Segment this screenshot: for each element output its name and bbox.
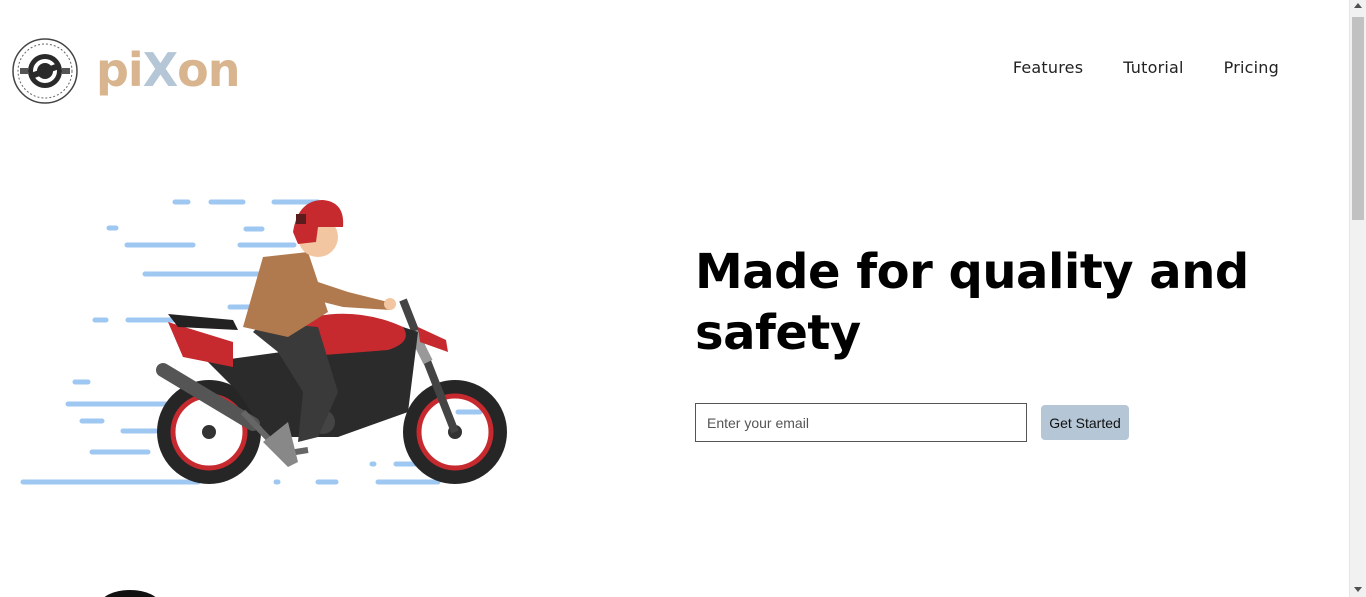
scroll-thumb[interactable] <box>1352 17 1364 220</box>
scroll-down-arrow-icon[interactable] <box>1354 587 1362 592</box>
nav-link-pricing[interactable]: Pricing <box>1224 58 1279 77</box>
motorcycle-rider-illustration-icon <box>20 199 507 485</box>
nav-link-features[interactable]: Features <box>1013 58 1083 77</box>
next-section-graphic <box>100 590 160 597</box>
email-input[interactable] <box>695 403 1027 442</box>
brand-part-1: pi <box>96 43 144 97</box>
brand-logo[interactable]: piXon <box>96 40 241 100</box>
main-nav: Features Tutorial Pricing <box>1013 58 1279 77</box>
brand-part-3: on <box>177 43 240 97</box>
hero-title: Made for quality and safety <box>695 244 1249 361</box>
nav-link-tutorial[interactable]: Tutorial <box>1123 58 1183 77</box>
scroll-up-arrow-icon[interactable] <box>1354 3 1362 8</box>
brand-part-2: X <box>142 43 178 97</box>
landing-page: piXon Features Tutorial Pricing Made for… <box>0 0 1349 597</box>
get-started-button[interactable]: Get Started <box>1041 405 1129 440</box>
vertical-scrollbar[interactable] <box>1349 0 1366 597</box>
motorcycle-seal-logo-icon[interactable] <box>12 38 78 104</box>
